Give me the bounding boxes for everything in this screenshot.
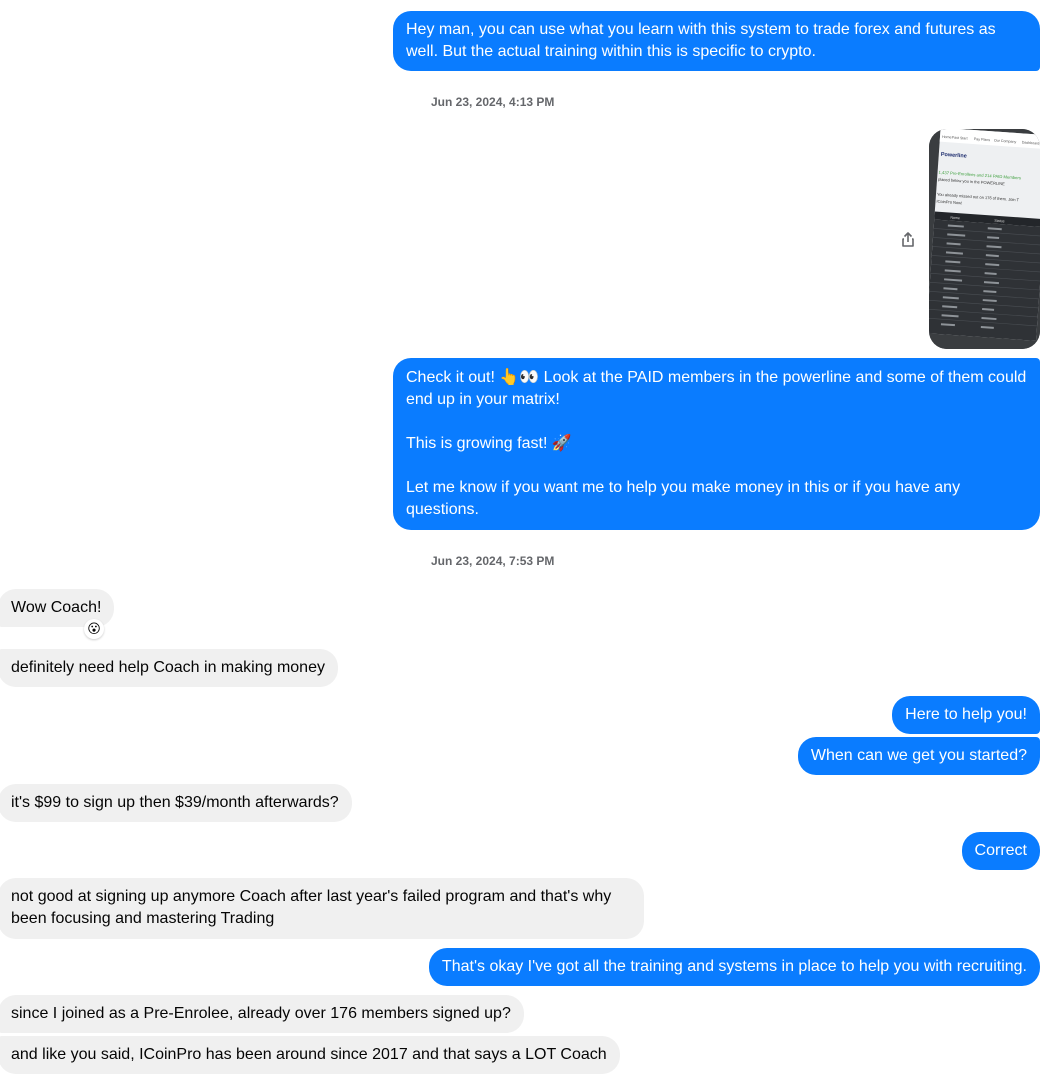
message-incoming[interactable]: definitely need help Coach in making mon… [0,649,338,687]
image-attachment[interactable]: Home Fast Start Pay Plans Our Company Da… [929,129,1040,349]
message-outgoing[interactable]: Check it out! 👆👀 Look at the PAID member… [393,358,1040,530]
message-outgoing[interactable]: Here to help you! [892,696,1040,734]
message-incoming[interactable]: it's $99 to sign up then $39/month after… [0,784,352,822]
message-outgoing[interactable]: When can we get you started? [797,737,1040,775]
image-tab-home: Home [942,135,952,140]
message-incoming[interactable]: not good at signing up anymore Coach aft… [0,878,644,939]
message-outgoing[interactable]: Correct [961,832,1040,870]
timestamp: Jun 23, 2024, 4:13 PM [431,95,555,109]
message-incoming[interactable]: since I joined as a Pre-Enrolee, already… [0,995,524,1033]
attachment-photo: Home Fast Start Pay Plans Our Company Da… [929,129,1040,349]
image-col-name: Name [950,216,960,221]
share-icon[interactable] [898,230,918,250]
message-incoming[interactable]: and like you said, ICoinPro has been aro… [0,1036,620,1074]
message-outgoing[interactable]: Hey man, you can use what you learn with… [393,11,1040,71]
timestamp: Jun 23, 2024, 7:53 PM [431,554,555,568]
image-col-status: Status [994,219,1005,224]
message-outgoing[interactable]: That's okay I've got all the training an… [428,948,1040,986]
reaction-wow-icon[interactable]: 😮 [84,619,104,639]
